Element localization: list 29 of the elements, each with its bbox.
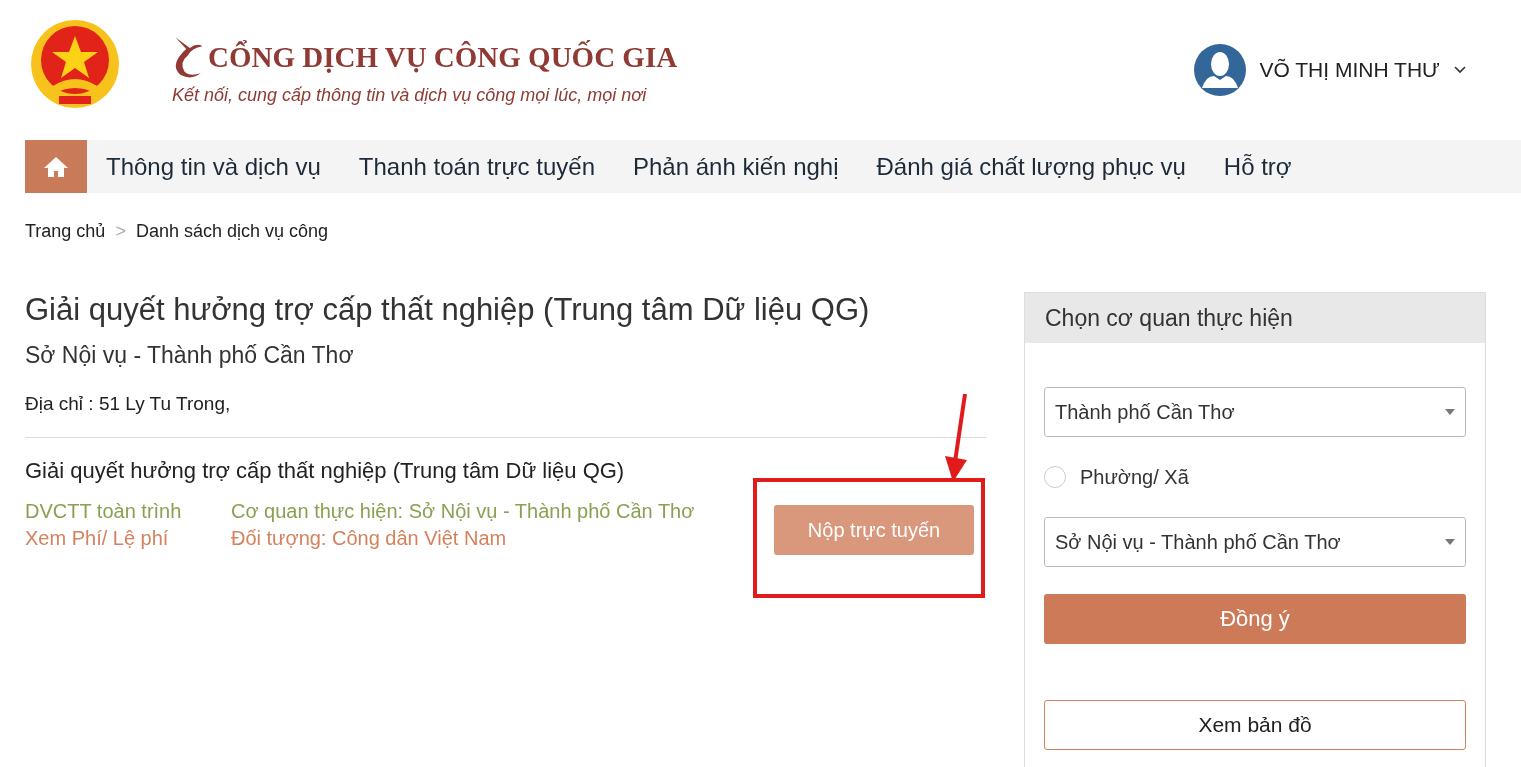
user-name[interactable]: VÕ THỊ MINH THƯ [1259, 58, 1440, 82]
caret-icon [1445, 539, 1455, 545]
nav-link[interactable]: Thông tin và dịch vụ [87, 152, 340, 181]
breadcrumb-link[interactable]: Danh sách dịch vụ công [135, 221, 329, 242]
nav-link[interactable]: Đánh giá chất lượng phục vụ [857, 152, 1205, 181]
ward-radio[interactable]: Phường/ Xã [1044, 437, 1466, 517]
nav-link[interactable]: Hỗ trợ [1204, 152, 1311, 181]
avatar-icon[interactable] [1193, 44, 1246, 96]
agency-select[interactable]: Sở Nội vụ - Thành phố Cần Thơ [1044, 517, 1466, 567]
address-text: Địa chỉ : 51 Ly Tu Trong, [25, 393, 232, 415]
home-button[interactable] [25, 140, 87, 193]
service-agency: Cơ quan thực hiện: Sở Nội vụ - Thành phố Cần Thơ [231, 500, 695, 523]
home-icon [43, 155, 69, 178]
chevron-down-icon[interactable] [1454, 66, 1466, 74]
nav-link[interactable]: Thanh toán trực tuyến [339, 152, 614, 181]
service-target: Đối tượng: Công dân Việt Nam [231, 527, 508, 550]
service-level: DVCTT toàn trình [25, 500, 183, 523]
breadcrumb-link[interactable]: Trang chủ [25, 221, 106, 242]
portal-title: CỔNG DỊCH VỤ CÔNG QUỐC GIA [208, 41, 678, 74]
page-title: Giải quyết hưởng trợ cấp thất nghiệp (Trung tâm Dữ liệu QG) [25, 292, 871, 328]
caret-icon [1445, 409, 1455, 415]
nav-link[interactable]: Phản ánh kiến nghị [614, 152, 858, 181]
portal-slogan: Kết nối, cung cấp thông tin và dịch vụ công mọi lúc, mọi nơi [172, 84, 648, 106]
service-title: Giải quyết hưởng trợ cấp thất nghiệp (Trung tâm Dữ liệu QG) [25, 458, 626, 484]
breadcrumb-separator: > [115, 221, 126, 242]
province-select[interactable]: Thành phố Cần Thơ [1044, 387, 1466, 437]
panel-header: Chọn cơ quan thực hiện [1025, 293, 1485, 343]
view-map-button[interactable]: Xem bản đồ [1044, 700, 1466, 750]
agency-name: Sở Nội vụ - Thành phố Cần Thơ [25, 342, 355, 369]
